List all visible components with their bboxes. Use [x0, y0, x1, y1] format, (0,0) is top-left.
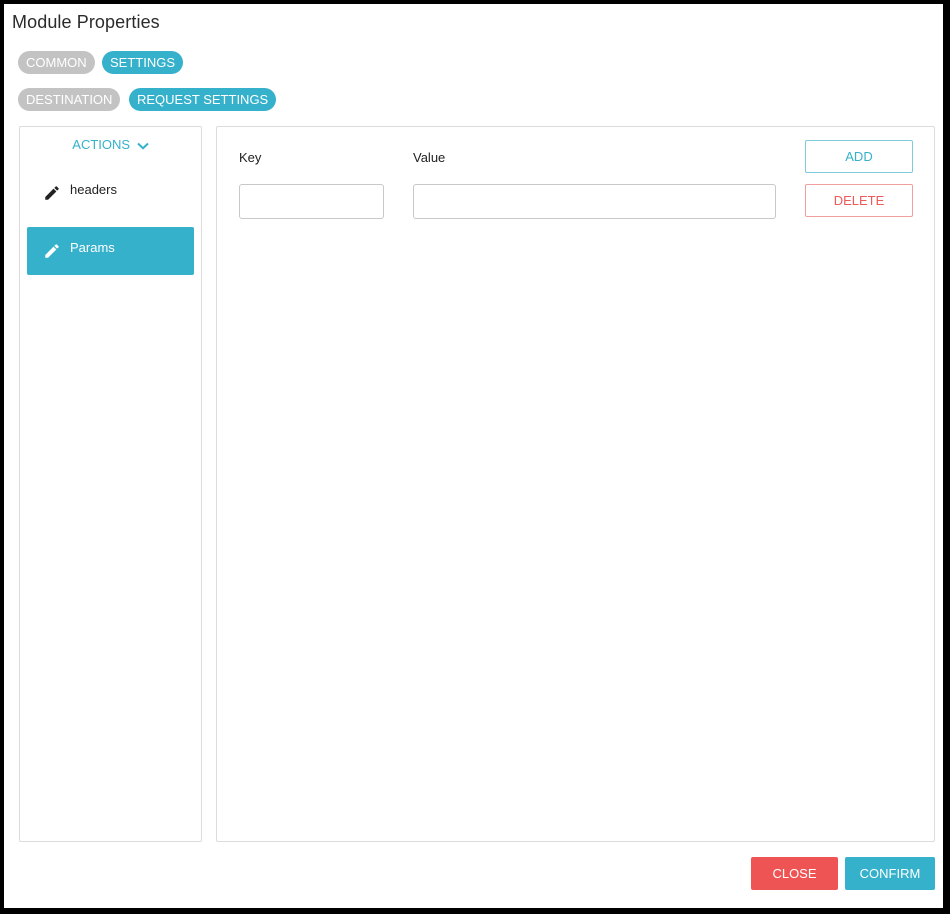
value-label: Value [413, 150, 446, 165]
tab-destination[interactable]: DESTINATION [18, 88, 121, 111]
key-label: Key [239, 150, 262, 165]
actions-label: ACTIONS [72, 137, 131, 152]
tab-settings[interactable]: SETTINGS [102, 51, 184, 74]
dialog-title: Module Properties [12, 12, 160, 32]
params-editor: Key Value ADD DELETE [216, 126, 935, 842]
pencil-icon [43, 242, 61, 260]
close-button[interactable]: CLOSE [751, 857, 838, 890]
add-button[interactable]: ADD [805, 140, 913, 173]
sidebar-item-label: headers [70, 182, 117, 197]
sidebar-item-params[interactable]: Params [27, 227, 194, 275]
tab-request-settings[interactable]: REQUEST SETTINGS [129, 88, 277, 111]
pencil-icon [43, 184, 61, 202]
chevron-down-icon [137, 138, 149, 153]
key-input[interactable] [239, 184, 384, 219]
sidebar-item-label: Params [70, 240, 115, 255]
confirm-button[interactable]: CONFIRM [845, 857, 935, 890]
module-properties-dialog: Module Properties COMMON SETTINGS DESTIN… [4, 4, 943, 908]
sidebar-item-headers[interactable]: headers [27, 169, 194, 217]
delete-button[interactable]: DELETE [805, 184, 913, 217]
tab-common[interactable]: COMMON [18, 51, 95, 74]
value-input[interactable] [413, 184, 776, 219]
actions-sidebar: ACTIONS headers Params [19, 126, 202, 842]
actions-dropdown[interactable]: ACTIONS [20, 137, 201, 153]
